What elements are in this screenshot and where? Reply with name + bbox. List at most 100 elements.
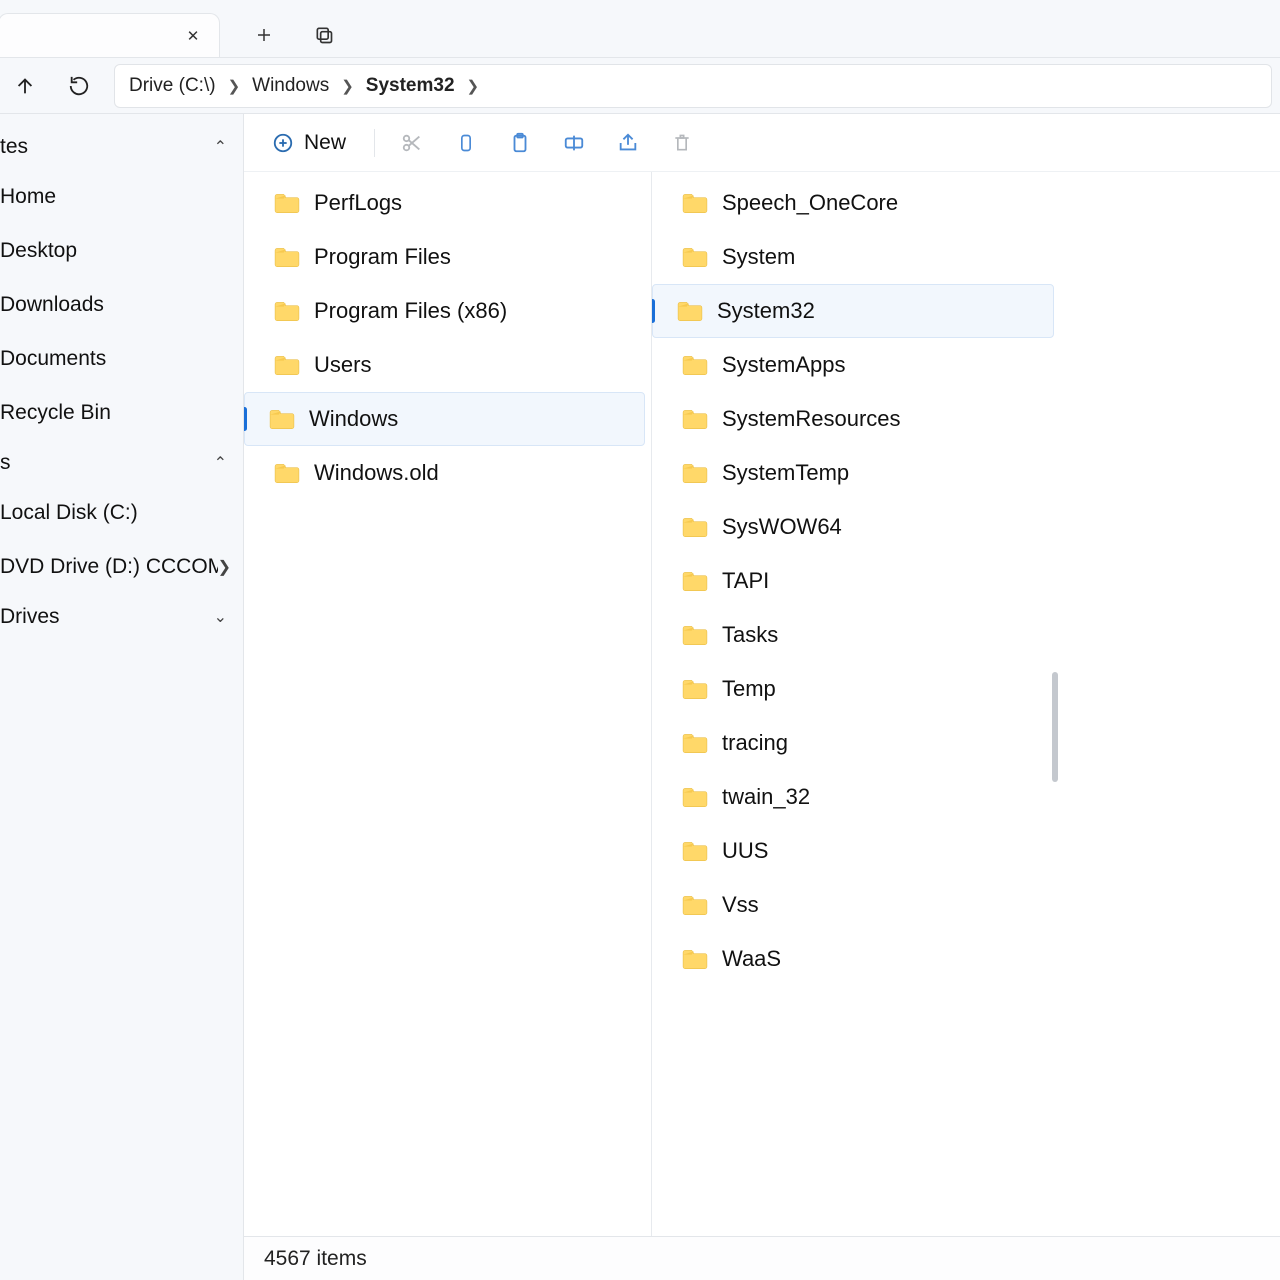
folder-icon: [274, 246, 300, 268]
rename-button[interactable]: [557, 126, 591, 160]
sidebar-item-label: Downloads: [0, 293, 104, 317]
folder-icon: [682, 840, 708, 862]
folder-name: SystemApps: [722, 352, 846, 378]
trash-icon: [672, 132, 692, 154]
chevron-up-icon: ⌃: [214, 453, 227, 473]
sidebar-item-label: Home: [0, 185, 56, 209]
active-tab[interactable]: ✕: [0, 13, 220, 57]
folder-name: Windows: [309, 406, 398, 432]
folder-row[interactable]: SysWOW64: [652, 500, 1060, 554]
folder-row[interactable]: Users: [244, 338, 651, 392]
folder-row[interactable]: Temp: [652, 662, 1060, 716]
sidebar-item[interactable]: Documents: [0, 332, 243, 386]
folder-row[interactable]: tracing: [652, 716, 1060, 770]
folder-icon: [682, 624, 708, 646]
sidebar: tes ⌃ Home Desktop Downloads Documents Recyc…: [0, 114, 244, 1280]
breadcrumb-segment[interactable]: Windows: [248, 71, 333, 101]
sidebar-item[interactable]: DVD Drive (D:) CCCOMA_❯: [0, 540, 243, 594]
copy-icon: [456, 131, 476, 155]
sidebar-section-favorites[interactable]: tes ⌃: [0, 124, 243, 170]
folder-row[interactable]: Program Files (x86): [244, 284, 651, 338]
folder-row[interactable]: WaaS: [652, 932, 1060, 986]
chevron-up-icon: ⌃: [214, 137, 227, 157]
refresh-button[interactable]: [60, 67, 98, 105]
close-icon: ✕: [187, 27, 200, 45]
folder-name: SystemResources: [722, 406, 901, 432]
close-tab-button[interactable]: ✕: [179, 22, 207, 50]
clipboard-icon: [509, 131, 531, 155]
folder-row[interactable]: Tasks: [652, 608, 1060, 662]
column-drive-root[interactable]: PerfLogs Program Files Program Files (x86)…: [244, 172, 652, 1236]
sidebar-item[interactable]: Home: [0, 170, 243, 224]
delete-button[interactable]: [665, 126, 699, 160]
sidebar-item[interactable]: Desktop: [0, 224, 243, 278]
folder-row[interactable]: Vss: [652, 878, 1060, 932]
folder-row[interactable]: Program Files: [244, 230, 651, 284]
folder-icon: [682, 408, 708, 430]
folder-name: Tasks: [722, 622, 778, 648]
share-button[interactable]: [611, 126, 645, 160]
folder-row[interactable]: SystemResources: [652, 392, 1060, 446]
folder-icon: [682, 948, 708, 970]
folder-icon: [682, 894, 708, 916]
folder-icon: [274, 300, 300, 322]
sidebar-item[interactable]: Downloads: [0, 278, 243, 332]
folder-row[interactable]: TAPI: [652, 554, 1060, 608]
folder-row[interactable]: UUS: [652, 824, 1060, 878]
breadcrumb[interactable]: Drive (C:\) ❯ Windows ❯ System32 ❯: [114, 64, 1272, 108]
folder-row[interactable]: Windows: [244, 392, 645, 446]
copy-button[interactable]: [449, 126, 483, 160]
new-button[interactable]: New: [264, 125, 354, 161]
folder-icon: [682, 462, 708, 484]
sidebar-section-drives[interactable]: Drives ⌄: [0, 594, 243, 640]
folder-icon: [677, 300, 703, 322]
folder-icon: [682, 354, 708, 376]
folder-name: Vss: [722, 892, 759, 918]
folder-name: System: [722, 244, 795, 270]
folder-icon: [274, 354, 300, 376]
breadcrumb-label: System32: [366, 75, 455, 97]
sidebar-item-label: Desktop: [0, 239, 77, 263]
item-count: 4567 items: [264, 1247, 367, 1271]
folder-name: Program Files: [314, 244, 451, 270]
folder-row[interactable]: SystemApps: [652, 338, 1060, 392]
folder-row[interactable]: PerfLogs: [244, 176, 651, 230]
cut-button[interactable]: [395, 126, 429, 160]
folder-icon: [682, 786, 708, 808]
column-windows[interactable]: Speech_OneCore System System32 SystemApps Sy…: [652, 172, 1060, 1236]
folder-row[interactable]: System: [652, 230, 1060, 284]
sidebar-section-thispc[interactable]: s ⌃: [0, 440, 243, 486]
folder-name: tracing: [722, 730, 788, 756]
breadcrumb-segment-current[interactable]: System32: [362, 71, 459, 101]
share-icon: [617, 132, 639, 154]
paste-button[interactable]: [503, 126, 537, 160]
folder-name: Temp: [722, 676, 776, 702]
sidebar-item[interactable]: Local Disk (C:): [0, 486, 243, 540]
new-tab-button[interactable]: [248, 19, 280, 51]
tab-overview-button[interactable]: [308, 19, 340, 51]
sidebar-item-label: Recycle Bin: [0, 401, 111, 425]
sidebar-section-label: tes: [0, 135, 28, 159]
folder-row[interactable]: Speech_OneCore: [652, 176, 1060, 230]
folder-name: Speech_OneCore: [722, 190, 898, 216]
folder-row[interactable]: Windows.old: [244, 446, 651, 500]
sidebar-item-label: DVD Drive (D:) CCCOMA_: [0, 555, 218, 579]
tabs-icon: [314, 25, 334, 45]
up-button[interactable]: [6, 67, 44, 105]
folder-name: PerfLogs: [314, 190, 402, 216]
sidebar-item[interactable]: Recycle Bin: [0, 386, 243, 440]
folder-name: SysWOW64: [722, 514, 842, 540]
folder-name: WaaS: [722, 946, 781, 972]
folder-row[interactable]: SystemTemp: [652, 446, 1060, 500]
folder-icon: [682, 732, 708, 754]
miller-columns: PerfLogs Program Files Program Files (x86)…: [244, 172, 1280, 1236]
folder-row[interactable]: twain_32: [652, 770, 1060, 824]
folder-row[interactable]: System32: [652, 284, 1054, 338]
folder-icon: [682, 678, 708, 700]
tab-strip: ✕: [0, 0, 1280, 58]
new-button-label: New: [304, 131, 346, 155]
breadcrumb-segment[interactable]: Drive (C:\): [125, 71, 220, 101]
folder-icon: [682, 570, 708, 592]
arrow-up-icon: [14, 75, 36, 97]
folder-icon: [682, 246, 708, 268]
